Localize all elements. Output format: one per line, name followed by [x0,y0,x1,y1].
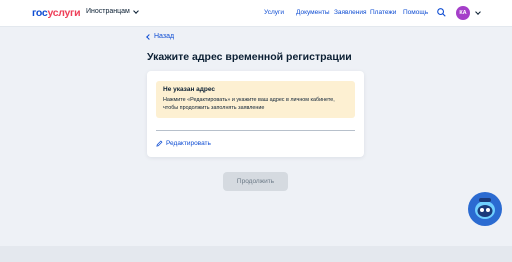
header: госуслуги Иностранцам Услуги Документы З… [0,0,512,27]
back-link[interactable]: Назад [146,33,175,40]
avatar[interactable]: КА [456,6,470,20]
warning-alert: Не указан адрес Нажмите «Редактировать» … [156,81,355,118]
edit-link[interactable]: Редактировать [156,140,211,147]
robot-face [475,198,495,219]
address-card: Не указан адрес Нажмите «Редактировать» … [147,71,364,157]
role-selector[interactable]: Иностранцам [86,7,139,15]
chevron-down-icon[interactable] [475,9,481,15]
nav-applications[interactable]: Заявления [334,9,367,16]
divider [156,130,355,131]
back-label: Назад [154,33,175,40]
alert-title: Не указан адрес [163,86,216,93]
continue-button[interactable]: Продолжить [223,172,288,191]
nav-help[interactable]: Помощь [403,9,428,16]
alert-text-line1: Нажмите «Редактировать» и укажите ваш ад… [163,97,335,103]
pencil-icon [156,140,163,147]
role-label: Иностранцам [86,8,130,15]
edit-label: Редактировать [166,140,211,147]
robot-assistant-icon[interactable] [468,192,502,226]
search-icon[interactable] [437,8,446,17]
alert-text-line2: чтобы продолжить заполнять заявление [163,105,265,111]
chevron-down-icon [133,7,139,14]
footer [0,246,512,262]
gosuslugi-logo[interactable]: госуслуги [32,7,81,19]
nav-documents[interactable]: Документы [296,9,330,16]
back-arrow-icon [146,33,152,40]
nav-services[interactable]: Услуги [264,9,284,16]
page-title: Укажите адрес временной регистрации [147,51,352,63]
nav-payments[interactable]: Платежи [370,9,396,16]
